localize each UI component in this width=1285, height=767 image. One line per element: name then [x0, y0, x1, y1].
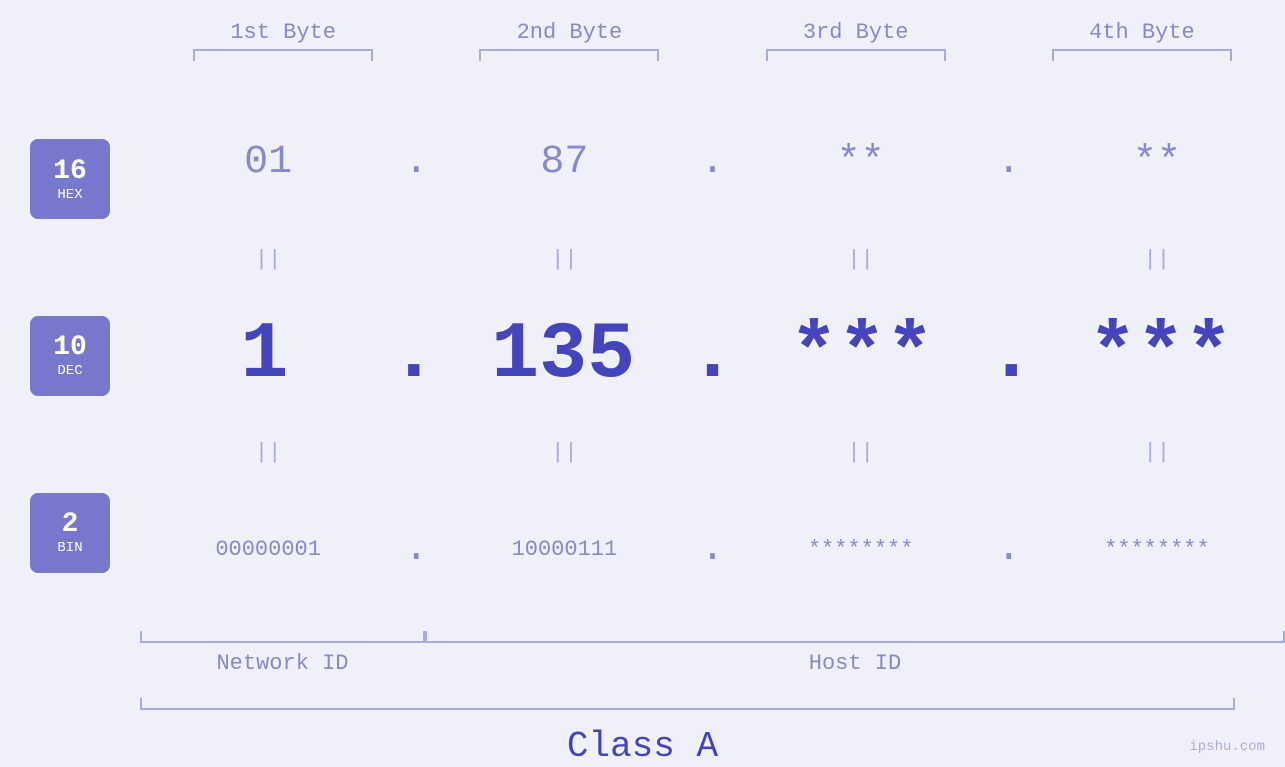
bin-b3-cell: ******** — [733, 537, 989, 562]
bin-b4-cell: ******** — [1029, 537, 1285, 562]
outer-bracket — [140, 698, 1235, 710]
hex-sep2: . — [693, 140, 733, 185]
id-label-row: Network ID Host ID — [140, 651, 1285, 676]
hex-badge-num: 16 — [53, 156, 87, 187]
bracket-cell-3 — [713, 49, 999, 61]
content-area: 16 HEX 10 DEC 2 BIN 01 . — [0, 81, 1285, 631]
dec-b1-cell: 1 — [140, 310, 389, 401]
byte2-header: 2nd Byte — [426, 20, 712, 45]
equals-row-2: || || || || — [140, 438, 1285, 468]
bin-badge-num: 2 — [62, 509, 79, 540]
hex-dot1: . — [404, 140, 428, 185]
equals-row-1: || || || || — [140, 244, 1285, 274]
bin-sep1: . — [396, 527, 436, 572]
eq1-b3: || — [733, 247, 989, 272]
dec-dot2-cell: . — [688, 310, 738, 401]
dec-b1: 1 — [240, 310, 288, 401]
watermark: ipshu.com — [1189, 739, 1265, 755]
bracket-cell-1 — [140, 49, 426, 61]
network-id-label: Network ID — [140, 651, 425, 676]
bracket-4 — [1052, 49, 1232, 61]
dec-dot2: . — [688, 310, 736, 401]
dec-badge-num: 10 — [53, 332, 87, 363]
dec-b4: *** — [1089, 310, 1233, 401]
dec-b3: *** — [790, 310, 934, 401]
class-label: Class A — [0, 726, 1285, 767]
hex-b2-cell: 87 — [436, 140, 692, 185]
dec-b2: 135 — [491, 310, 635, 401]
dec-b4-cell: *** — [1036, 310, 1285, 401]
eq2-b4: || — [1029, 440, 1285, 465]
hex-dot3: . — [997, 140, 1021, 185]
data-area: 01 . 87 . ** . ** — [140, 81, 1285, 631]
bin-b2-cell: 10000111 — [436, 537, 692, 562]
main-container: 1st Byte 2nd Byte 3rd Byte 4th Byte 16 H… — [0, 0, 1285, 767]
bin-b4: ******** — [1104, 537, 1210, 562]
bin-dot3: . — [997, 527, 1021, 572]
hex-sep1: . — [396, 140, 436, 185]
top-bracket-row — [0, 49, 1285, 61]
hex-b1-cell: 01 — [140, 140, 396, 185]
eq2-b2: || — [436, 440, 692, 465]
bin-row: 00000001 . 10000111 . ******** . — [140, 468, 1285, 631]
eq2-b1: || — [140, 440, 396, 465]
bottom-section: Network ID Host ID — [0, 631, 1285, 686]
byte1-header: 1st Byte — [140, 20, 426, 45]
bin-badge: 2 BIN — [30, 493, 110, 573]
bracket-1 — [193, 49, 373, 61]
dec-badge-label: DEC — [57, 363, 82, 379]
bin-b2: 10000111 — [512, 537, 618, 562]
bin-dot2: . — [700, 527, 724, 572]
eq1-b1: || — [140, 247, 396, 272]
host-id-label: Host ID — [425, 651, 1285, 676]
hex-dot2: . — [700, 140, 724, 185]
dec-b3-cell: *** — [738, 310, 987, 401]
eq1-b4: || — [1029, 247, 1285, 272]
network-bracket — [140, 631, 425, 643]
hex-b4-cell: ** — [1029, 140, 1285, 185]
dec-dot1: . — [390, 310, 438, 401]
bin-b3: ******** — [808, 537, 914, 562]
bin-sep3: . — [989, 527, 1029, 572]
host-bracket — [425, 631, 1285, 643]
label-column: 16 HEX 10 DEC 2 BIN — [0, 81, 140, 631]
header-row: 1st Byte 2nd Byte 3rd Byte 4th Byte — [0, 0, 1285, 45]
bracket-cell-2 — [426, 49, 712, 61]
bin-badge-label: BIN — [57, 540, 82, 556]
hex-b4: ** — [1133, 140, 1181, 185]
hex-b2: 87 — [540, 140, 588, 185]
bin-dot1: . — [404, 527, 428, 572]
hex-b1: 01 — [244, 140, 292, 185]
hex-row: 01 . 87 . ** . ** — [140, 81, 1285, 244]
hex-sep3: . — [989, 140, 1029, 185]
dec-dot1-cell: . — [389, 310, 439, 401]
hex-badge: 16 HEX — [30, 139, 110, 219]
dec-row: 1 . 135 . *** . *** — [140, 274, 1285, 437]
bin-sep2: . — [693, 527, 733, 572]
bin-b1-cell: 00000001 — [140, 537, 396, 562]
eq2-b3: || — [733, 440, 989, 465]
eq1-b2: || — [436, 247, 692, 272]
byte3-header: 3rd Byte — [713, 20, 999, 45]
byte4-header: 4th Byte — [999, 20, 1285, 45]
bracket-2 — [479, 49, 659, 61]
outer-bracket-row — [140, 698, 1285, 710]
bracket-cell-4 — [999, 49, 1285, 61]
dec-dot3: . — [987, 310, 1035, 401]
hex-b3: ** — [837, 140, 885, 185]
bracket-3 — [766, 49, 946, 61]
dec-b2-cell: 135 — [439, 310, 688, 401]
bottom-bracket-container — [140, 631, 1285, 643]
dec-badge: 10 DEC — [30, 316, 110, 396]
hex-badge-label: HEX — [57, 187, 82, 203]
bin-b1: 00000001 — [215, 537, 321, 562]
hex-b3-cell: ** — [733, 140, 989, 185]
dec-dot3-cell: . — [986, 310, 1036, 401]
